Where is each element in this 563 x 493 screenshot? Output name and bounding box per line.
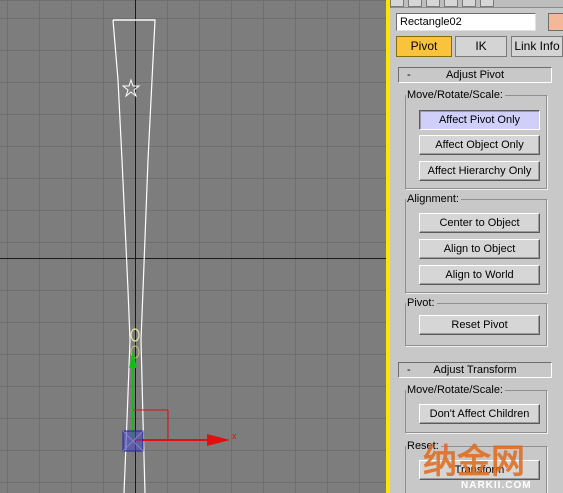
perspective-viewport[interactable]: x [0,0,386,493]
gizmo-x-label: x [232,431,237,441]
grid [0,0,386,493]
align-to-world-button[interactable]: Align to World [419,265,540,285]
affect-object-only-button[interactable]: Affect Object Only [419,135,540,155]
create-tab-icon[interactable] [390,0,404,7]
modify-tab-icon[interactable] [408,0,422,7]
narkii-watermark: 纳金网 NARKII.COM [423,442,532,491]
viewport-canvas[interactable]: x [0,0,386,493]
dont-affect-children-button[interactable]: Don't Affect Children [419,404,540,424]
adjust-pivot-rollout-header[interactable]: - Adjust Pivot [398,67,552,83]
watermark-url: NARKII.COM [461,480,532,491]
display-tab-icon[interactable] [462,0,476,7]
affect-pivot-only-button[interactable]: Affect Pivot Only [419,110,540,130]
object-name-field[interactable]: Rectangle02 [396,13,536,31]
watermark-logo-text: 纳金网 [423,442,525,482]
utilities-tab-icon[interactable] [480,0,494,7]
object-color-swatch[interactable] [548,13,563,31]
tab-ik[interactable]: IK [455,36,507,57]
collapse-icon: - [407,69,411,81]
group-label: Alignment: [406,193,461,205]
rollout-title: Adjust Pivot [445,69,505,81]
group-label: Move/Rotate/Scale: [406,89,505,101]
collapse-icon: - [407,364,411,376]
tab-link-info[interactable]: Link Info [511,36,563,57]
reset-pivot-button[interactable]: Reset Pivot [419,315,540,335]
group-label: Pivot: [406,297,437,309]
align-to-object-button[interactable]: Align to Object [419,239,540,259]
affect-hierarchy-only-button[interactable]: Affect Hierarchy Only [419,161,540,181]
group-label: Move/Rotate/Scale: [406,384,505,396]
tab-pivot[interactable]: Pivot [396,36,452,57]
hierarchy-tab-icon[interactable] [426,0,440,7]
motion-tab-icon[interactable] [444,0,458,7]
gizmo-x-arrow-icon[interactable] [207,434,230,446]
command-panel-tab-strip [390,0,563,8]
adjust-transform-rollout-header[interactable]: - Adjust Transform [398,362,552,378]
command-panel: Rectangle02 Pivot IK Link Info - Adjust … [390,0,563,493]
center-to-object-button[interactable]: Center to Object [419,213,540,233]
transform-gizmo[interactable]: x [122,350,237,452]
rollout-title: Adjust Transform [433,364,517,376]
